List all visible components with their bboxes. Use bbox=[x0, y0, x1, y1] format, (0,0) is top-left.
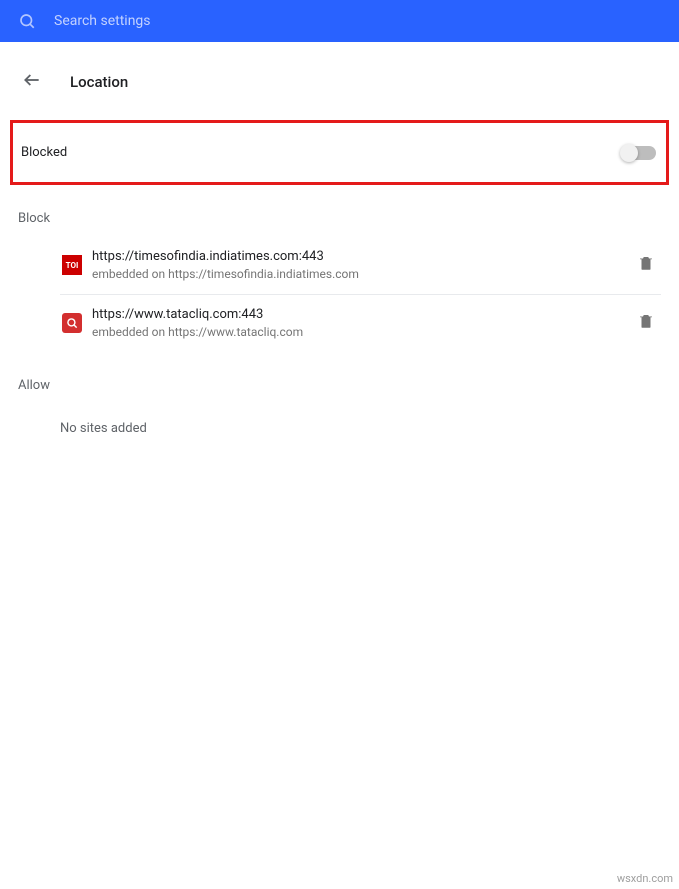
site-favicon-tatacliq bbox=[62, 313, 82, 333]
site-url: https://www.tatacliq.com:443 bbox=[92, 307, 631, 322]
trash-icon[interactable] bbox=[631, 306, 661, 340]
site-text: https://www.tatacliq.com:443 embedded on… bbox=[92, 307, 631, 339]
site-url: https://timesofindia.indiatimes.com:443 bbox=[92, 249, 631, 264]
search-input[interactable] bbox=[54, 13, 354, 29]
allow-empty-text: No sites added bbox=[0, 403, 679, 436]
toggle-knob bbox=[620, 144, 638, 162]
site-row[interactable]: TOI https://timesofindia.indiatimes.com:… bbox=[0, 236, 679, 294]
site-embedded-text: embedded on https://timesofindia.indiati… bbox=[92, 267, 631, 281]
site-row[interactable]: https://www.tatacliq.com:443 embedded on… bbox=[0, 294, 679, 352]
site-embedded-text: embedded on https://www.tatacliq.com bbox=[92, 325, 631, 339]
blocked-label: Blocked bbox=[21, 145, 67, 160]
block-section-heading: Block bbox=[0, 185, 679, 236]
title-row: Location bbox=[0, 42, 679, 112]
allow-section-heading: Allow bbox=[0, 352, 679, 403]
site-favicon-toi: TOI bbox=[62, 255, 82, 275]
watermark: wsxdn.com bbox=[617, 872, 673, 885]
back-arrow-icon[interactable] bbox=[22, 70, 42, 94]
search-icon[interactable] bbox=[18, 12, 36, 30]
blocked-toggle-row: Blocked bbox=[10, 120, 669, 185]
page-title: Location bbox=[70, 73, 128, 91]
header-bar bbox=[0, 0, 679, 42]
blocked-toggle[interactable] bbox=[622, 146, 656, 160]
site-text: https://timesofindia.indiatimes.com:443 … bbox=[92, 249, 631, 281]
trash-icon[interactable] bbox=[631, 248, 661, 282]
